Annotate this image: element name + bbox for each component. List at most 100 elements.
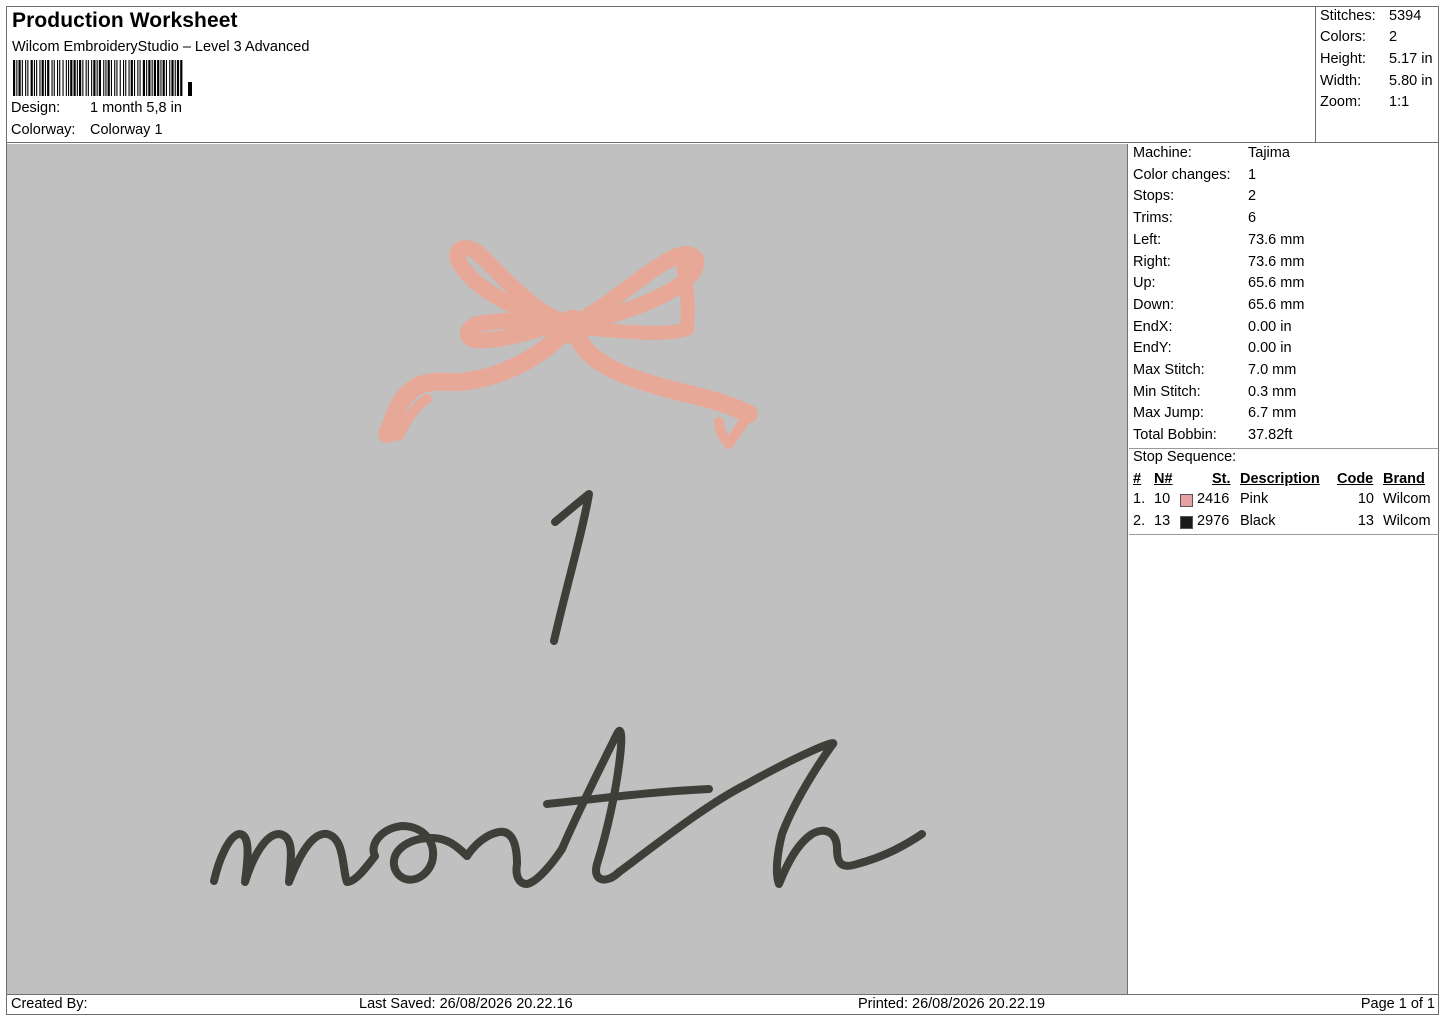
machine-info-value: 37.82ft — [1248, 427, 1293, 444]
letter-h — [615, 739, 926, 888]
machine-info-value: 0.00 in — [1248, 318, 1292, 335]
machine-info-label: Machine: — [1133, 145, 1192, 161]
letter-t-cross — [543, 785, 713, 808]
bow-right-tail-end — [714, 409, 754, 449]
machine-info-row: Left: 73.6 mm — [1133, 232, 1304, 252]
worksheet-title: Production Worksheet — [12, 9, 238, 32]
stop-row-stitches: 2416 — [1197, 491, 1230, 507]
machine-info-value: 6 — [1248, 210, 1257, 227]
worksheet-header: Production Worksheet Wilcom EmbroiderySt… — [7, 7, 1315, 143]
stop-row-brand: Wilcom — [1383, 513, 1431, 529]
machine-info-row: EndY: 0.00 in — [1133, 340, 1292, 360]
machine-info-value: 2 — [1248, 188, 1257, 205]
col-header-description: Description — [1240, 471, 1320, 487]
stop-row-description: Pink — [1240, 491, 1269, 507]
machine-info-row: Down: 65.6 mm — [1133, 297, 1304, 317]
design-row: Design: 1 month 5,8 in — [11, 100, 182, 116]
col-header-num: # — [1133, 471, 1142, 487]
col-header-needle: N# — [1154, 471, 1173, 487]
machine-info-row: Color changes: 1 — [1133, 167, 1256, 187]
colorway-label: Colorway: — [11, 122, 76, 138]
height-value: 5.17 in — [1389, 51, 1433, 67]
design-artwork — [210, 240, 926, 888]
height-row: Height: 5.17 in — [1320, 51, 1433, 67]
machine-info-row: EndX: 0.00 in — [1133, 319, 1292, 339]
design-label: Design: — [11, 100, 61, 116]
machine-info-value: Tajima — [1248, 145, 1290, 161]
letter-m — [210, 830, 379, 886]
machine-info-label: Min Stitch: — [1133, 383, 1201, 400]
worksheet-footer: Created By: Last Saved: 26/08/2026 20.22… — [7, 994, 1439, 1015]
machine-info-row: Total Bobbin: 37.82ft — [1133, 427, 1292, 447]
stats-box: Stitches: 5394 Colors: 2 Height: 5.17 in Wi… — [1315, 7, 1439, 143]
colors-row: Colors: 2 — [1320, 29, 1397, 45]
stop-row-num: 2. — [1133, 513, 1146, 529]
col-header-brand: Brand — [1383, 471, 1425, 487]
zoom-row: Zoom: 1:1 — [1320, 94, 1409, 110]
divider — [1129, 534, 1439, 535]
machine-info-row: Trims: 6 — [1133, 210, 1256, 230]
height-label: Height: — [1320, 51, 1366, 67]
created-by: Created By: — [11, 996, 88, 1012]
page-number: Page 1 of 1 — [1360, 996, 1435, 1012]
production-worksheet: Production Worksheet Wilcom EmbroiderySt… — [6, 6, 1439, 1015]
barcode — [13, 60, 192, 96]
stop-row-stitches: 2976 — [1197, 513, 1230, 529]
machine-info-label: Left: — [1133, 231, 1162, 248]
colorway-value: Colorway 1 — [90, 122, 163, 138]
machine-info-row: Max Jump: 6.7 mm — [1133, 405, 1296, 425]
machine-info-label: Max Jump: — [1133, 405, 1204, 422]
machine-info-row: Up: 65.6 mm — [1133, 275, 1304, 295]
letter-n — [463, 827, 566, 888]
stop-row-code: 10 — [1357, 491, 1374, 507]
colors-label: Colors: — [1320, 29, 1366, 45]
machine-info-value: 65.6 mm — [1248, 296, 1305, 313]
thread-color-swatch — [1180, 516, 1193, 529]
stitches-label: Stitches: — [1320, 8, 1376, 24]
stop-row-description: Black — [1240, 513, 1276, 529]
stop-row-needle: 10 — [1154, 491, 1171, 507]
stop-row-brand: Wilcom — [1383, 491, 1431, 507]
machine-info-label: Max Stitch: — [1133, 362, 1205, 378]
machine-info-label: Right: — [1133, 253, 1171, 270]
zoom-label: Zoom: — [1320, 94, 1362, 110]
width-row: Width: 5.80 in — [1320, 73, 1433, 89]
machine-info-label: Down: — [1133, 296, 1175, 313]
machine-info-label: Total Bobbin: — [1133, 427, 1217, 444]
number-one — [550, 490, 593, 645]
machine-info-row: Stops: 2 — [1133, 188, 1256, 208]
machine-info-value: 0.00 in — [1248, 340, 1292, 357]
col-header-stitches: St. — [1212, 471, 1231, 487]
machine-info-label: Stops: — [1133, 188, 1175, 205]
zoom-value: 1:1 — [1389, 94, 1410, 110]
bow-graphic — [378, 240, 758, 449]
machine-info-label: Up: — [1133, 275, 1156, 292]
thread-color-swatch — [1180, 494, 1193, 507]
software-name: Wilcom EmbroideryStudio – Level 3 Advanc… — [12, 39, 310, 55]
colorway-row: Colorway: Colorway 1 — [11, 122, 163, 138]
machine-info-row: Machine: Tajima — [1133, 145, 1290, 165]
machine-info-value: 7.0 mm — [1248, 362, 1297, 378]
bow-right-tail — [568, 325, 758, 423]
colors-value: 2 — [1389, 29, 1398, 45]
stop-sequence-title: Stop Sequence: — [1133, 449, 1237, 465]
stitches-value: 5394 — [1389, 8, 1422, 24]
machine-info-value: 73.6 mm — [1248, 253, 1305, 270]
design-preview — [7, 144, 1128, 994]
machine-info-value: 73.6 mm — [1248, 231, 1305, 248]
machine-info-value: 1 — [1248, 166, 1257, 183]
machine-info-label: EndY: — [1133, 340, 1172, 357]
stop-row-code: 13 — [1357, 513, 1374, 529]
stop-row-num: 1. — [1133, 491, 1146, 507]
machine-info-label: EndX: — [1133, 318, 1173, 335]
machine-info-value: 65.6 mm — [1248, 275, 1305, 292]
last-saved: Last Saved: 26/08/2026 20.22.16 — [359, 996, 573, 1012]
machine-info-label: Color changes: — [1133, 166, 1231, 183]
info-panel: Machine: Tajima Color changes: 1 Stops: 2 Trim… — [1129, 144, 1439, 994]
design-value: 1 month 5,8 in — [90, 100, 182, 116]
machine-info-row: Min Stitch: 0.3 mm — [1133, 384, 1296, 404]
stop-row-needle: 13 — [1154, 513, 1171, 529]
word-month — [210, 727, 926, 888]
number-one-stroke — [550, 490, 593, 645]
stitches-row: Stitches: 5394 — [1320, 8, 1421, 24]
